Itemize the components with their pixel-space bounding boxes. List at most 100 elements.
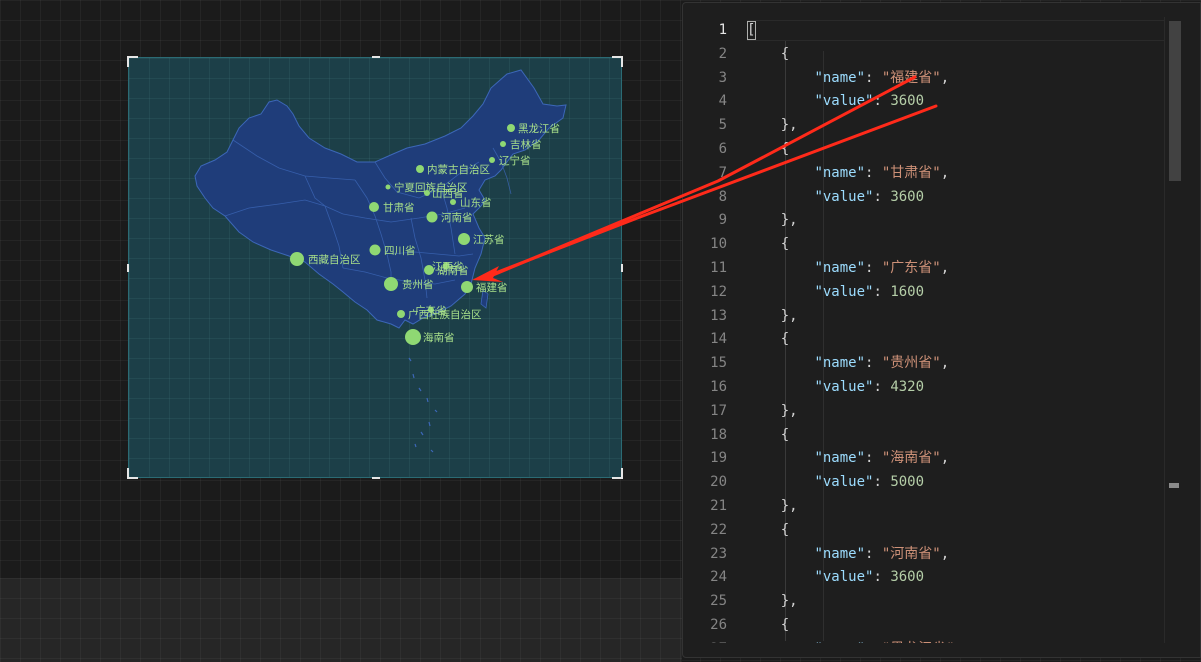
code-line[interactable]: "name": "广东省", [747, 259, 949, 278]
province-label: 吉林省 [510, 138, 542, 151]
code-editor[interactable]: 1 2 3 4 5 6 7 8 9 10 11 12 13 14 15 16 17 18 19 20 21 22 23 24 2… [697, 17, 1183, 643]
code-line[interactable]: [ [747, 21, 755, 40]
json-key: "value" [814, 188, 874, 205]
code-line[interactable]: { [747, 521, 789, 540]
code-line[interactable]: }, [747, 592, 798, 611]
json-editor-panel: 1 2 3 4 5 6 7 8 9 10 11 12 13 14 15 16 17 18 19 20 21 22 23 24 2… [682, 2, 1201, 658]
province-dot[interactable] [384, 277, 398, 291]
code-line[interactable]: "value": 3600 [747, 568, 924, 587]
code-line[interactable]: "name": "福建省", [747, 69, 949, 88]
json-key: "name" [814, 260, 866, 276]
json-string: "甘肃省" [881, 164, 941, 181]
province-dot[interactable] [424, 190, 430, 196]
line-number: 20 [710, 474, 727, 491]
line-number: 18 [710, 426, 727, 443]
province-dot[interactable] [424, 265, 434, 275]
code-punct: { [747, 426, 790, 443]
province-label: 甘肃省 [383, 201, 415, 214]
code-area[interactable]: [ { "name": "福建省", "value": 3600 }, { "n… [747, 17, 1165, 643]
canvas-bottom-strip [0, 578, 682, 662]
code-punct: : [873, 474, 891, 491]
json-number: 4320 [890, 379, 925, 395]
json-string: "福建省" [881, 69, 941, 86]
province-dot[interactable] [507, 124, 515, 132]
code-punct: }, [747, 402, 798, 419]
province-dot[interactable] [397, 310, 405, 318]
code-line[interactable]: }, [747, 116, 798, 135]
code-line[interactable]: "name": "河南省", [747, 545, 949, 564]
json-string: "海南省" [881, 450, 941, 467]
province-dot[interactable] [450, 199, 456, 205]
active-line-highlight [747, 20, 1165, 41]
vertical-scrollbar[interactable] [1164, 17, 1183, 643]
code-line[interactable]: }, [747, 211, 798, 230]
province-dot[interactable] [290, 252, 304, 266]
code-punct: , [940, 69, 950, 86]
code-line[interactable]: "value": 5000 [747, 473, 924, 492]
json-key: "name" [814, 641, 865, 643]
code-line[interactable]: "value": 4320 [747, 378, 924, 397]
code-line[interactable]: { [747, 235, 789, 254]
province-dot[interactable] [416, 165, 424, 173]
province-dot[interactable] [385, 184, 391, 190]
code-punct: }, [747, 498, 798, 514]
province-dot[interactable] [426, 211, 438, 223]
code-line[interactable]: "value": 3600 [747, 188, 924, 207]
province-label: 广西壮族自治区 [408, 308, 482, 321]
line-number: 19 [710, 450, 727, 467]
code-line[interactable]: { [747, 426, 789, 445]
code-punct: : [865, 260, 882, 276]
json-string: "黑龙江省" [882, 641, 955, 643]
json-key: "value" [814, 474, 874, 491]
province-dot[interactable] [489, 157, 495, 163]
province-dot[interactable] [405, 329, 421, 345]
line-number: 17 [710, 402, 727, 419]
code-punct: : [873, 379, 891, 395]
json-string: "广东省" [881, 260, 941, 276]
province-dot[interactable] [461, 281, 473, 293]
line-number: 13 [710, 307, 727, 324]
province-label: 贵州省 [402, 278, 434, 291]
json-key: "value" [814, 379, 874, 395]
code-line[interactable]: { [747, 330, 789, 349]
code-punct: : [873, 569, 891, 586]
province-dot[interactable] [500, 141, 506, 147]
code-line[interactable]: "name": "海南省", [747, 449, 949, 468]
code-punct: { [747, 236, 790, 253]
code-line[interactable]: }, [747, 307, 798, 326]
json-number: 3600 [890, 93, 925, 110]
code-line[interactable]: { [747, 616, 789, 635]
code-punct: }, [747, 307, 798, 324]
china-map: 黑龙江省吉林省辽宁省内蒙古自治区宁夏回族自治区山西省山东省甘肃省河南省江苏省四川… [194, 69, 567, 453]
scrollbar-thumb[interactable] [1169, 21, 1181, 181]
code-line[interactable]: "value": 3600 [747, 92, 924, 111]
code-line[interactable]: { [747, 45, 789, 64]
china-landmass [194, 69, 567, 329]
china-map-widget[interactable]: 黑龙江省 吉林省 辽宁省 内蒙古自治区 宁夏回族自治区 山西省 山东省 甘肃省 河南省 江苏省 四川… [127, 56, 623, 479]
code-line[interactable]: "name": "黑龙江省" [747, 640, 955, 643]
code-line[interactable]: { [747, 140, 789, 159]
json-number: 3600 [890, 188, 925, 205]
code-punct: , [940, 450, 950, 467]
json-key: "value" [814, 569, 874, 586]
code-line[interactable]: "name": "甘肃省", [747, 164, 949, 183]
code-punct: : [865, 641, 882, 643]
province-dot[interactable] [458, 233, 470, 245]
province-dot[interactable] [369, 244, 381, 256]
code-line[interactable]: }, [747, 497, 798, 516]
code-line[interactable]: }, [747, 402, 798, 421]
code-line[interactable]: "value": 1600 [747, 283, 924, 302]
province-label: 内蒙古自治区 [427, 163, 490, 176]
province-dot[interactable] [369, 202, 379, 212]
code-line[interactable]: "name": "贵州省", [747, 354, 949, 373]
province-label: 四川省 [384, 244, 416, 257]
json-key: "name" [814, 450, 866, 467]
